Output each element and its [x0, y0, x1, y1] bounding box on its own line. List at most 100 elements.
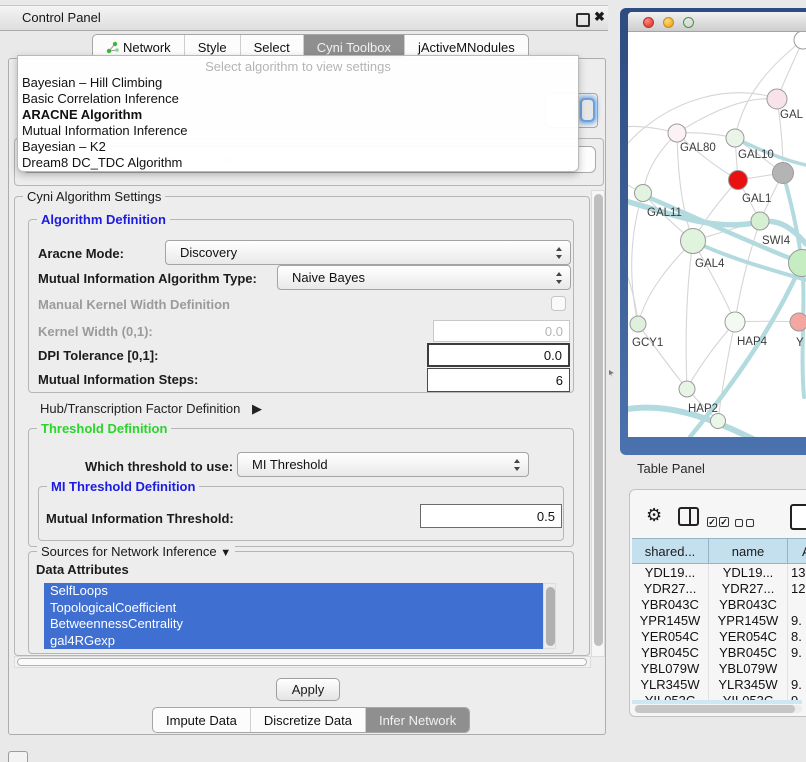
network-window-titlebar[interactable]	[628, 12, 806, 32]
settings-hscroll-thumb[interactable]	[17, 658, 587, 666]
network-node-salmon[interactable]	[790, 313, 806, 331]
column-header-name[interactable]: name	[709, 538, 788, 564]
traffic-light-minimize-icon[interactable]	[663, 17, 674, 28]
table-row-partial[interactable]: YIL053C YIL053C 9.	[632, 692, 802, 700]
attributes-list-scrollbar[interactable]	[543, 583, 556, 649]
attributes-scrollbar-thumb[interactable]	[546, 587, 555, 646]
network-node[interactable]	[789, 250, 806, 277]
dpi-tolerance-field[interactable]: 0.0	[427, 343, 570, 367]
popup-item-bayesian-hill-climbing[interactable]: Bayesian – Hill Climbing	[22, 75, 162, 91]
control-panel-title: Control Panel	[22, 10, 101, 25]
network-node-hap4[interactable]	[725, 312, 745, 332]
close-icon[interactable]: ✖	[594, 9, 605, 25]
node-label: GAL	[780, 109, 804, 121]
tab-select-label: Select	[254, 40, 290, 55]
network-node-hap2[interactable]	[679, 381, 695, 397]
settings-vertical-scrollbar[interactable]	[591, 190, 605, 657]
mi-threshold-field[interactable]: 0.5	[420, 504, 562, 528]
cell: YER054C	[709, 628, 788, 644]
cell: YIL053C	[632, 692, 709, 700]
popup-prompt: Select algorithm to view settings	[18, 59, 578, 74]
tab-impute-data[interactable]: Impute Data	[153, 708, 251, 732]
data-attributes-list[interactable]: SelfLoops TopologicalCoefficient Between…	[44, 583, 556, 649]
popup-item-dream8[interactable]: Dream8 DC_TDC Algorithm	[22, 155, 182, 171]
settings-vscroll-thumb[interactable]	[594, 194, 603, 646]
traffic-light-zoom-icon[interactable]	[683, 17, 694, 28]
table-row[interactable]: YBR045C YBR045C 9.	[632, 644, 806, 660]
focused-combo-button[interactable]	[580, 98, 595, 122]
hub-definition-label: Hub/Transcription Factor Definition	[40, 401, 240, 416]
manual-kernel-checkbox[interactable]	[551, 296, 566, 311]
float-window-icon[interactable]	[576, 13, 590, 27]
cyni-settings-group-title: Cyni Algorithm Settings	[23, 189, 165, 204]
mi-steps-field[interactable]: 6	[427, 368, 570, 392]
tab-discretize-data[interactable]: Discretize Data	[251, 708, 366, 732]
attribute-gal4rgexp[interactable]: gal4RGexp	[44, 633, 556, 650]
sources-group-title[interactable]: Sources for Network Inference ▼	[37, 544, 235, 559]
aracne-mode-combo[interactable]: Discovery	[165, 240, 571, 265]
mi-type-combo[interactable]: Naive Bayes	[277, 265, 571, 290]
tab-infer-network[interactable]: Infer Network	[366, 708, 469, 732]
table-row[interactable]: YPR145W YPR145W 9.	[632, 612, 806, 628]
network-canvas[interactable]: GAL GAL80 GAL10 GAL1 GAL11 SWI4 GAL4 GCY…	[628, 32, 806, 437]
dpi-tolerance-label: DPI Tolerance [0,1]:	[38, 348, 158, 363]
table-row[interactable]: YLR345W YLR345W 9.	[632, 676, 806, 692]
threshold-definition-title: Threshold Definition	[37, 421, 171, 436]
kernel-width-field[interactable]: 0.0	[433, 320, 570, 342]
node-label: GAL10	[738, 149, 774, 161]
network-node[interactable]	[767, 89, 787, 109]
tab-style-label: Style	[198, 40, 227, 55]
popup-item-aracne[interactable]: ARACNE Algorithm	[22, 107, 142, 123]
attribute-betweennesscentrality[interactable]: BetweennessCentrality	[44, 616, 556, 633]
popup-item-basic-correlation[interactable]: Basic Correlation Inference	[22, 91, 179, 107]
network-node-gal10[interactable]	[726, 129, 744, 147]
network-node-gcy1[interactable]	[630, 316, 646, 332]
node-label: GAL80	[680, 142, 716, 154]
table-horizontal-scrollbar[interactable]	[634, 705, 802, 713]
popup-item-mutual-information[interactable]: Mutual Information Inference	[22, 123, 187, 139]
network-node-gal11[interactable]	[635, 185, 652, 202]
cell: 9.	[788, 612, 806, 628]
cell: YIL053C	[709, 692, 788, 700]
network-node-gal80[interactable]	[668, 124, 686, 142]
deselect-all-icon[interactable]	[735, 514, 754, 532]
node-label: GAL11	[647, 207, 682, 219]
table-header-row: shared... name A	[632, 538, 806, 564]
tab-cyni-toolbox-label: Cyni Toolbox	[317, 40, 391, 55]
cell: YBL079W	[709, 660, 788, 676]
node-label: HAP4	[737, 336, 768, 348]
table-row[interactable]: YDR27... YDR27... 12	[632, 580, 806, 596]
which-threshold-combo[interactable]: MI Threshold	[237, 452, 529, 477]
attribute-topologicalcoefficient[interactable]: TopologicalCoefficient	[44, 600, 556, 617]
collapsed-panel-button[interactable]	[8, 751, 28, 762]
attribute-selfloops[interactable]: SelfLoops	[44, 583, 556, 600]
table-hscroll-thumb[interactable]	[635, 705, 795, 713]
node-label: Y	[796, 337, 804, 349]
select-all-icon[interactable]: ✓✓	[707, 512, 729, 530]
network-node[interactable]	[794, 32, 806, 49]
network-node-gray[interactable]	[773, 163, 794, 184]
application-root: Control Panel ✖ Network Style Select Cyn…	[0, 0, 806, 762]
network-node[interactable]	[711, 414, 726, 429]
mi-type-label: Mutual Information Algorithm Type:	[38, 271, 257, 286]
network-node-gal4[interactable]	[681, 229, 706, 254]
gear-icon[interactable]: ⚙	[646, 505, 662, 526]
table-document-icon[interactable]	[790, 504, 806, 530]
tab-network-label: Network	[123, 40, 171, 55]
column-view-icon[interactable]	[678, 507, 699, 526]
node-label: HAP2	[688, 403, 718, 415]
hub-definition-toggle[interactable]: Hub/Transcription Factor Definition ▶	[40, 401, 262, 417]
apply-button[interactable]: Apply	[276, 678, 340, 701]
column-header-partial[interactable]: A	[788, 538, 806, 564]
traffic-light-close-icon[interactable]	[643, 17, 654, 28]
popup-item-bayesian-k2[interactable]: Bayesian – K2	[22, 139, 106, 155]
network-node-red-gal1[interactable]	[729, 171, 748, 190]
table-row[interactable]: YDL19... YDL19... 13	[632, 564, 806, 580]
network-nodes[interactable]	[630, 32, 806, 429]
table-row[interactable]: YER054C YER054C 8.	[632, 628, 806, 644]
table-row[interactable]: YBR043C YBR043C	[632, 596, 806, 612]
column-header-shared-name[interactable]: shared...	[632, 538, 709, 564]
table-row[interactable]: YBL079W YBL079W	[632, 660, 806, 676]
settings-horizontal-scrollbar[interactable]	[14, 656, 591, 668]
network-node-swi4[interactable]	[751, 212, 769, 230]
